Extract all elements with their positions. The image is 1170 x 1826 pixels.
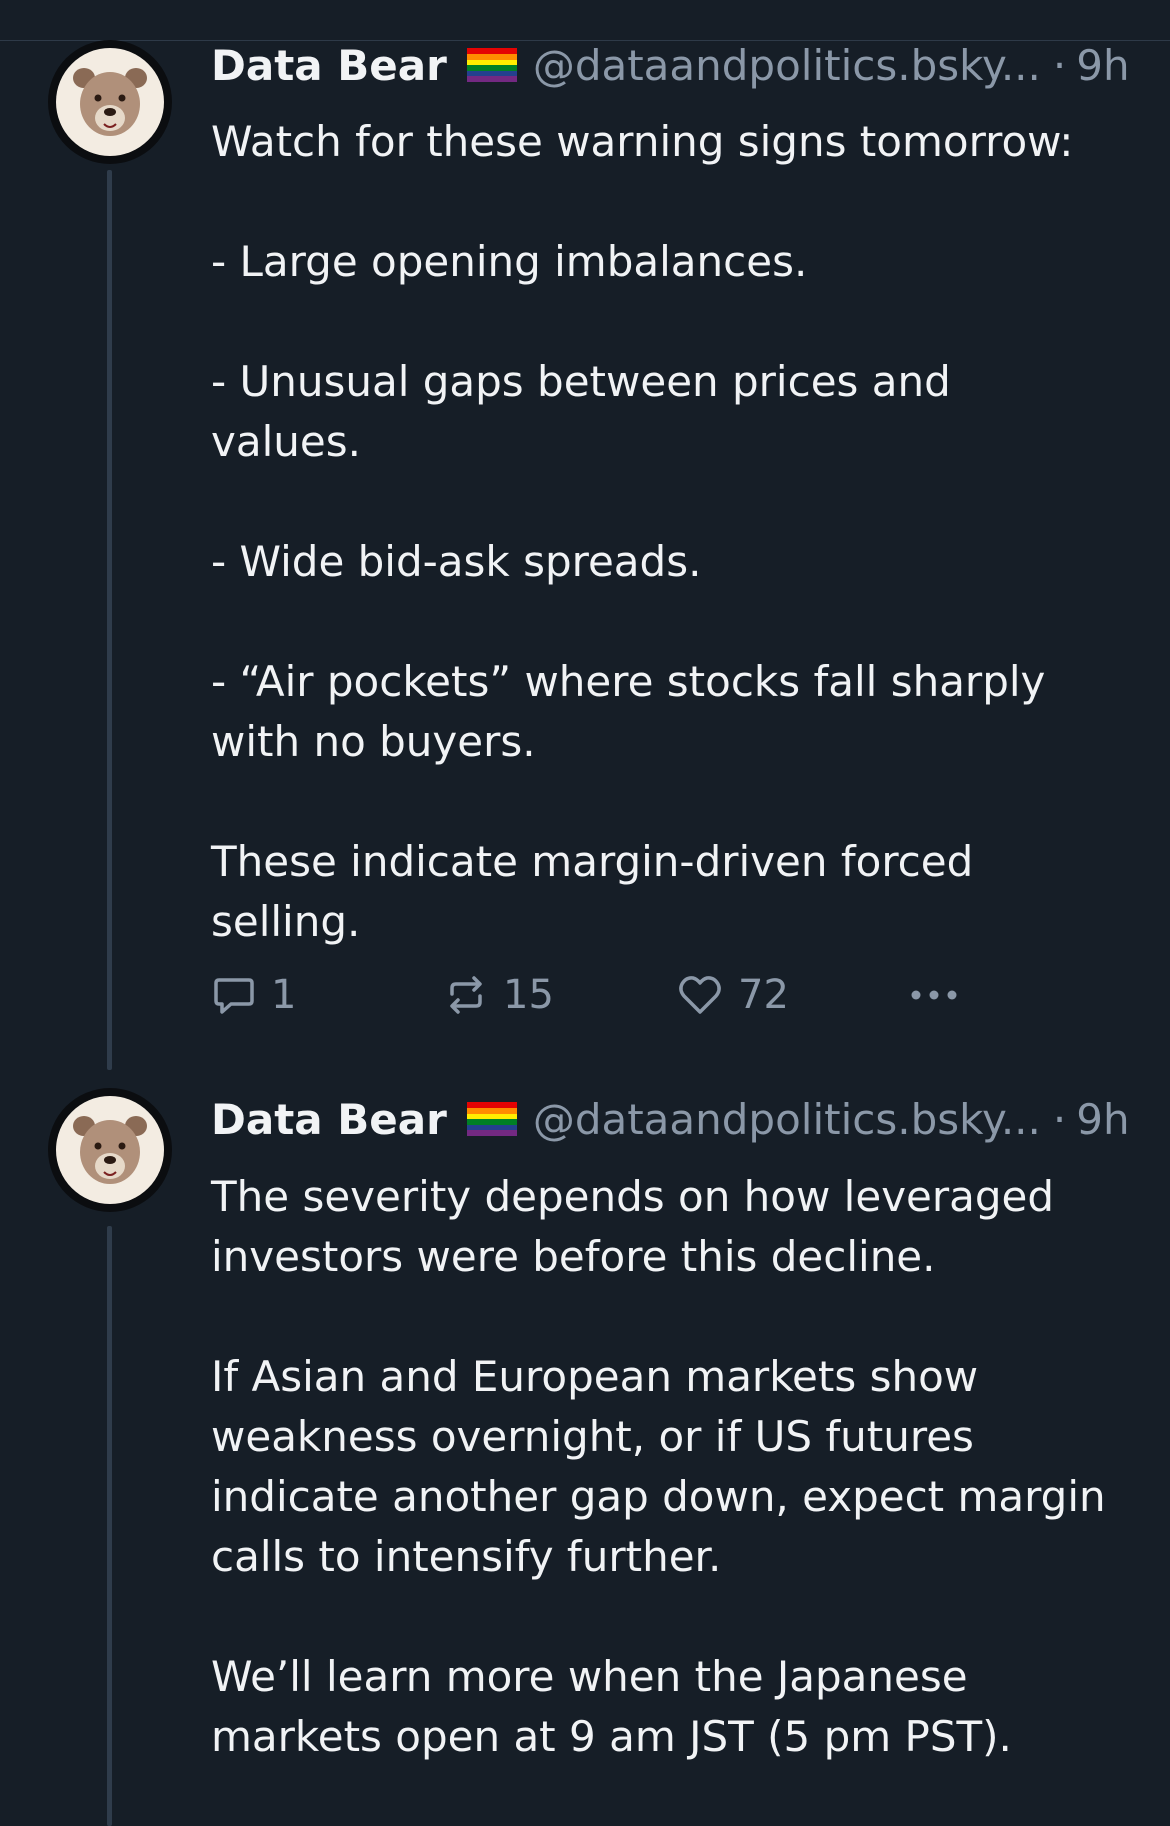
post-card[interactable]: Data Bear @dataandpolitics.bsky... · 9h … [0, 40, 1170, 1070]
bear-avatar-icon [56, 1096, 164, 1204]
author-name[interactable]: Data Bear [211, 1095, 447, 1144]
heart-icon [679, 976, 721, 1014]
bear-avatar-icon [56, 48, 164, 156]
author-handle[interactable]: @dataandpolitics.bsky... [533, 41, 1041, 90]
rainbow-flag-icon [466, 48, 517, 82]
post-actions: 1 15 72 [211, 965, 1011, 1025]
rainbow-flag-icon [466, 1102, 517, 1136]
thread-line [107, 170, 112, 1070]
repost-button[interactable]: 15 [443, 965, 554, 1025]
top-divider [0, 0, 1170, 41]
like-count: 72 [738, 972, 789, 1018]
post-paragraph: - Wide bid-ask spreads. [211, 537, 702, 586]
reply-icon [214, 978, 254, 1014]
author-name[interactable]: Data Bear [211, 41, 447, 90]
post-header: Data Bear @dataandpolitics.bsky... · 9h [211, 1094, 1130, 1144]
author-avatar[interactable] [48, 40, 172, 164]
reply-button[interactable]: 1 [211, 965, 296, 1025]
author-handle[interactable]: @dataandpolitics.bsky... [533, 1095, 1041, 1144]
repost-icon [450, 976, 482, 1014]
post-card[interactable]: Data Bear @dataandpolitics.bsky... · 9h … [0, 1070, 1170, 1826]
post-paragraph: Watch for these warning signs tomorrow: [211, 117, 1074, 166]
post-text: The severity depends on how leveraged in… [211, 1167, 1111, 1767]
post-header: Data Bear @dataandpolitics.bsky... · 9h [211, 40, 1130, 90]
reply-count: 1 [271, 972, 297, 1018]
separator-dot: · [1052, 1094, 1067, 1144]
post-paragraph: These indicate margin-driven forced sell… [211, 837, 987, 946]
author-avatar[interactable] [48, 1088, 172, 1212]
repost-count: 15 [503, 972, 554, 1018]
post-paragraph: - Large opening imbalances. [211, 237, 808, 286]
post-text: Watch for these warning signs tomorrow: … [211, 112, 1111, 952]
post-timestamp[interactable]: 9h [1076, 1095, 1129, 1144]
like-button[interactable]: 72 [676, 965, 789, 1025]
thread-line [107, 1226, 112, 1826]
post-paragraph: If Asian and European markets show weakn… [211, 1352, 1119, 1581]
post-paragraph: - “Air pockets” where stocks fall sharpl… [211, 657, 1059, 766]
post-paragraph: We’ll learn more when the Japanese marke… [211, 1652, 1012, 1761]
post-timestamp[interactable]: 9h [1076, 41, 1129, 90]
post-paragraph: - Unusual gaps between prices and values… [211, 357, 965, 466]
separator-dot: · [1052, 40, 1067, 90]
more-options-icon [911, 990, 957, 1000]
post-paragraph: The severity depends on how leveraged in… [211, 1172, 1068, 1281]
more-options-button[interactable] [906, 965, 962, 1025]
